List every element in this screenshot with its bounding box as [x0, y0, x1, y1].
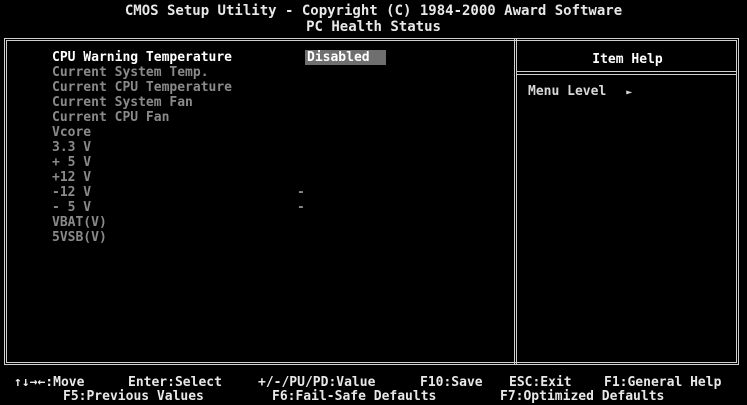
menu-level: Menu Level ► [528, 84, 632, 99]
key-previous-values: F5:Previous Values [63, 389, 204, 404]
setting-plus-12v: +12 V [52, 170, 92, 185]
setting-current-cpu-fan: Current CPU Fan [52, 110, 170, 125]
triangle-right-icon: ► [626, 87, 633, 98]
setting-vbat: VBAT(V) [52, 215, 107, 230]
key-exit: ESC:Exit [509, 375, 572, 390]
key-fail-safe-defaults: F6:Fail-Safe Defaults [272, 389, 437, 404]
setting-plus-5v: + 5 V [52, 155, 92, 170]
menu-level-label: Menu Level [528, 84, 607, 99]
setting-minus-12v: -12 V [52, 185, 92, 200]
value-minus-5v: - [297, 200, 305, 215]
help-separator [517, 71, 737, 75]
setting-current-cpu-temperature: Current CPU Temperature [52, 80, 233, 95]
setting-minus-5v: - 5 V [52, 200, 92, 215]
key-general-help: F1:General Help [604, 375, 722, 390]
key-value: +/-/PU/PD:Value [258, 375, 376, 390]
key-select: Enter:Select [128, 375, 222, 390]
panel-divider [514, 38, 517, 365]
setting-current-system-fan: Current System Fan [52, 95, 193, 110]
key-optimized-defaults: F7:Optimized Defaults [500, 389, 665, 404]
app-title: CMOS Setup Utility - Copyright (C) 1984-… [124, 3, 623, 19]
key-move: ↑↓→←:Move [14, 375, 85, 390]
setting-value-cpu-warning-temperature[interactable]: Disabled [305, 50, 386, 65]
setting-vcore: Vcore [52, 125, 92, 140]
setting-cpu-warning-temperature[interactable]: CPU Warning Temperature [52, 51, 232, 65]
header: CMOS Setup Utility - Copyright (C) 1984-… [0, 0, 747, 40]
page-title: PC Health Status [306, 19, 441, 35]
value-minus-12v: - [297, 185, 305, 200]
setting-5vsb: 5VSB(V) [52, 230, 107, 245]
selected-value[interactable]: Disabled [305, 50, 386, 65]
key-save: F10:Save [420, 375, 483, 390]
setting-current-system-temp: Current System Temp. [52, 65, 209, 80]
setting-3-3v: 3.3 V [52, 140, 92, 155]
item-help-title: Item Help [592, 52, 663, 67]
